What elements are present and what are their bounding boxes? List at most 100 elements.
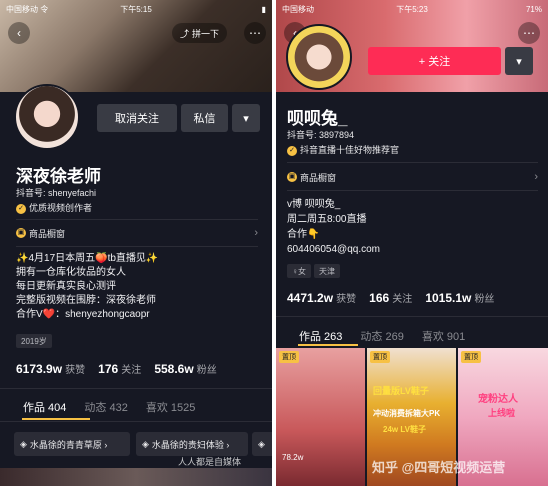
verified-badge-icon: ✓: [287, 145, 297, 156]
back-icon[interactable]: ‹: [8, 22, 30, 44]
location-tag: 天津: [314, 264, 340, 278]
divider: [16, 246, 258, 247]
followers-label: 粉丝: [196, 365, 217, 376]
more-options-icon[interactable]: ⋯: [518, 22, 540, 44]
following-count: 176: [98, 362, 119, 376]
tab-activity[interactable]: 动态 432: [75, 399, 136, 415]
age-tag: 2019岁: [16, 334, 52, 348]
collection-icon: ◈: [20, 438, 27, 449]
verification-text: 优质视频创作者: [29, 203, 93, 213]
share-icon: ⤴: [180, 28, 190, 39]
divider: [287, 190, 538, 191]
divider: [16, 219, 258, 220]
email-link[interactable]: 604406054@qq.com: [287, 243, 380, 257]
watermark: 知乎 @四哥短视频运营: [372, 460, 506, 475]
share-label: 拼一下: [192, 28, 220, 39]
active-tab-indicator: [298, 344, 358, 346]
likes-count: 6173.9w: [16, 362, 63, 376]
avatar[interactable]: [14, 84, 80, 150]
collection-label: 水晶徐的贵妇体验 ›: [151, 439, 230, 450]
watermark: 人人都是自媒体: [178, 457, 242, 467]
thumbnail-caption: 24w LV鞋子: [383, 425, 426, 434]
tab-activity[interactable]: 动态 269: [351, 328, 412, 344]
following-label: 关注: [121, 365, 142, 376]
likes-count: 78.2w: [282, 453, 304, 462]
bio-line: v博 呗呗兔_: [287, 199, 341, 210]
left-profile-screen: 中国移动 令 下午5:15 ▮ ‹ ⤴ 拼一下 ⋯ 取消关注 私信 ▾ 深夜徐老…: [0, 0, 272, 486]
chevron-right-icon: ›: [534, 171, 538, 183]
thumbnail-caption: 回量版LV鞋子: [373, 386, 429, 396]
collection-label: 水晶徐的青青草原 ›: [29, 439, 108, 450]
verification-text: 抖音直播十佳好物推荐官: [300, 145, 400, 155]
thumbnail-caption: 宠粉达人: [478, 394, 518, 405]
verification-label: ✓ 优质视频创作者: [16, 201, 92, 214]
time-label: 下午5:15: [120, 4, 152, 14]
verified-badge-icon: ✓: [16, 203, 26, 214]
bio-line: ✨4月17日本周五🍑tb直播见✨: [16, 253, 159, 264]
follow-button[interactable]: + 关注: [368, 47, 501, 75]
status-bar: 中国移动 令 下午5:15 ▮: [6, 3, 266, 15]
share-pill[interactable]: ⤴ 拼一下: [172, 23, 228, 43]
tab-works[interactable]: 作品 263: [290, 328, 351, 344]
message-button[interactable]: 私信: [181, 104, 228, 132]
following-label: 关注: [392, 294, 413, 305]
time-label: 下午5:23: [396, 4, 428, 14]
chevron-right-icon: ›: [254, 227, 258, 239]
profile-name: 呗呗兔_: [287, 109, 348, 128]
bio-line: 拥有一仓库化妆品的女人: [16, 267, 126, 278]
video-thumbnail[interactable]: 置顶 78.2w: [276, 348, 365, 486]
shop-window-row[interactable]: ▣ 商品橱窗 ›: [16, 222, 258, 244]
following-count: 166: [369, 291, 390, 305]
tab-likes[interactable]: 喜欢 1525: [137, 399, 205, 415]
expand-button[interactable]: ▾: [232, 104, 260, 132]
verification-label: ✓ 抖音直播十佳好物推荐官: [287, 143, 399, 156]
thumbnail-caption: 冲动消费拆箱大PK: [373, 409, 441, 418]
bio-line: 周二周五8:00直播: [287, 214, 367, 225]
collection-chip[interactable]: ◈ 水晶徐的贵妇体验 ›: [136, 432, 248, 456]
bio-line: 合作V❤️：shenyezhongcaopr: [16, 309, 150, 320]
collection-chip[interactable]: ◈ 水晶徐的青青草原 ›: [14, 432, 130, 456]
likes-label: 获赞: [336, 294, 357, 305]
likes-count: 4471.2w: [287, 291, 334, 305]
followers-count: 558.6w: [154, 362, 194, 376]
active-tab-indicator: [22, 418, 90, 420]
followers-count: 1015.1w: [425, 291, 472, 305]
divider: [0, 388, 272, 389]
expand-button[interactable]: ▾: [505, 47, 533, 75]
tab-likes[interactable]: 喜欢 901: [413, 328, 474, 344]
more-options-icon[interactable]: ⋯: [244, 22, 266, 44]
divider: [276, 316, 548, 317]
bio-line: 每日更新真实良心测评: [16, 281, 116, 292]
profile-name: 深夜徐老师: [16, 167, 101, 186]
right-profile-screen: 中国移动 下午5:23 71% ‹ ⋯ + 关注 ▾ 呗呗兔_ 抖音号: 389…: [276, 0, 548, 486]
followers-label: 粉丝: [474, 294, 495, 305]
bio-line: 完整版视频在围脖：深夜徐老师: [16, 295, 156, 306]
divider: [0, 421, 272, 422]
shop-window-label: 商品橱窗: [300, 172, 337, 183]
tab-works[interactable]: 作品 404: [14, 399, 75, 415]
gender-tag: ♀女: [287, 264, 311, 278]
douyin-id: 抖音号: 3897894: [287, 130, 355, 140]
stats-row: 6173.9w 获赞 176 关注 558.6w 粉丝: [16, 361, 227, 376]
pinned-badge: 置顶: [279, 351, 299, 363]
video-grid-preview: [0, 468, 272, 486]
likes-label: 获赞: [65, 365, 86, 376]
shop-icon: ▣: [287, 172, 297, 182]
douyin-id: 抖音号: shenyefachi: [16, 188, 97, 198]
shop-icon: ▣: [16, 228, 26, 238]
shop-window-label: 商品橱窗: [29, 228, 66, 239]
avatar[interactable]: [286, 24, 352, 90]
unfollow-button[interactable]: 取消关注: [97, 104, 177, 132]
thumbnail-caption: 上线啦: [488, 408, 516, 418]
collection-chip[interactable]: ◈: [252, 432, 272, 456]
collection-icon: ◈: [142, 438, 149, 449]
shop-window-row[interactable]: ▣ 商品橱窗 ›: [287, 166, 538, 188]
stats-row: 4471.2w 获赞 166 关注 1015.1w 粉丝: [287, 290, 504, 305]
bio-line: 合作👇: [287, 229, 320, 240]
collection-icon: ◈: [258, 438, 265, 449]
status-bar: 中国移动 下午5:23 71%: [282, 3, 542, 15]
pinned-badge: 置顶: [461, 351, 481, 363]
pinned-badge: 置顶: [370, 351, 390, 363]
profile-tabs: 作品 404 动态 432 喜欢 1525: [14, 399, 204, 415]
divider: [287, 162, 538, 163]
